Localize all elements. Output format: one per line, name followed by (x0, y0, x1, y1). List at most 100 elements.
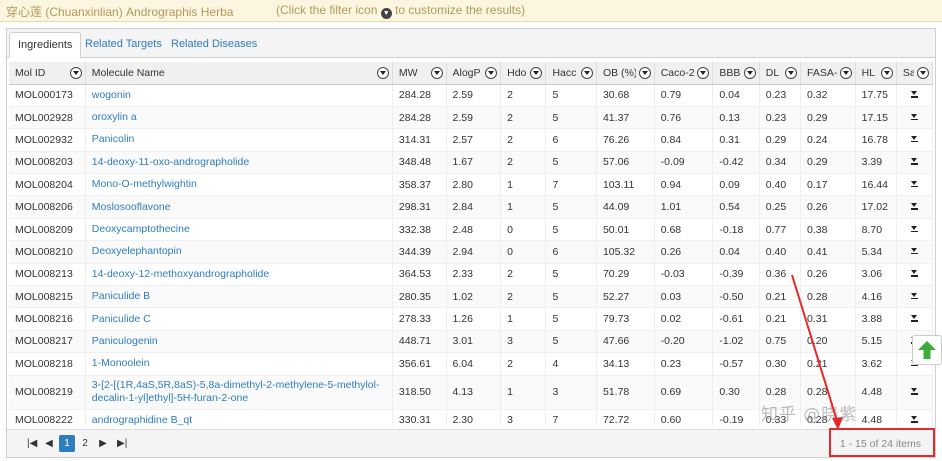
molecule-name-link[interactable]: 14-deoxy-12-methoxyandrographolide (85, 263, 393, 287)
cell-mw: 332.38 (392, 218, 447, 242)
cell-mol-id: MOL008213 (9, 263, 86, 287)
prev-page-button[interactable]: ◀ (41, 435, 57, 452)
cell-hdon: 1 (500, 195, 547, 219)
column-header-caco2[interactable]: Caco-2 (654, 62, 714, 85)
filter-icon[interactable] (697, 67, 710, 79)
download-icon[interactable] (910, 416, 918, 423)
cell-hl: 3.62 (855, 352, 897, 376)
filter-icon[interactable] (743, 67, 756, 79)
cell-mol-id: MOL008216 (9, 307, 86, 331)
tab-related-targets[interactable]: Related Targets (77, 32, 170, 58)
column-header-dl[interactable]: DL (759, 62, 802, 85)
download-icon[interactable] (910, 135, 918, 143)
download-icon[interactable] (910, 270, 918, 277)
filter-icon[interactable] (485, 67, 498, 79)
filter-icon[interactable] (917, 67, 929, 79)
cell-hacc: 6 (545, 128, 597, 152)
cell-alogp: 3.01 (446, 330, 502, 354)
column-header-bbb[interactable]: BBB (712, 62, 760, 85)
molecule-name-link[interactable]: Panicolin (85, 128, 393, 152)
column-label: Molecule Name (91, 66, 165, 79)
download-icon[interactable] (910, 180, 918, 188)
download-icon[interactable] (910, 91, 918, 98)
cell-alogp: 2.94 (446, 240, 502, 264)
molecule-name-link[interactable]: 3-[2-[(1R,4aS,5R,8aS)-5,8a-dimethyl-2-me… (85, 375, 393, 410)
molecule-name-link[interactable]: Deoxyelephantopin (85, 240, 393, 264)
filter-icon[interactable] (376, 67, 389, 79)
molecule-name-link[interactable]: 14-deoxy-11-oxo-andrographolide (85, 151, 393, 175)
filter-icon[interactable] (530, 67, 543, 79)
cell-hdon: 2 (500, 128, 547, 152)
download-icon[interactable] (910, 225, 918, 233)
tab-related-diseases[interactable]: Related Diseases (163, 32, 265, 58)
column-header-molecule-name[interactable]: Molecule Name (85, 62, 393, 85)
cell-ob: 52.27 (596, 285, 655, 309)
download-icon[interactable] (910, 113, 918, 121)
molecule-name-link[interactable]: Paniculide C (85, 307, 393, 331)
save-cell (896, 128, 933, 152)
cell-mol-id: MOL008204 (9, 173, 86, 197)
cell-bbb: 0.30 (712, 375, 760, 410)
filter-icon[interactable] (839, 67, 852, 79)
column-label: Caco-2 (660, 66, 695, 79)
cell-mol-id: MOL008215 (9, 285, 86, 309)
cell-ob: 57.06 (596, 151, 655, 175)
table-row: MOL008216 Paniculide C 278.33 1.26 1 5 79.73 0.… (9, 307, 933, 331)
tab-ingredients[interactable]: Ingredients (9, 32, 82, 58)
cell-hdon: 1 (500, 307, 547, 331)
download-icon[interactable] (910, 247, 918, 255)
next-page-button[interactable]: ▶ (95, 435, 111, 452)
molecule-name-link[interactable]: Paniculogenin (85, 330, 393, 354)
download-icon[interactable] (910, 292, 918, 300)
download-icon[interactable] (910, 203, 918, 210)
cell-fasa: 0.31 (800, 307, 856, 331)
table-row: MOL002932 Panicolin 314.31 2.57 2 6 76.26 0.84 0… (9, 128, 933, 152)
cell-hdon: 2 (500, 84, 547, 107)
page-1-button[interactable]: 1 (59, 435, 75, 452)
cell-alogp: 2.59 (446, 106, 502, 130)
cell-ob: 103.11 (596, 173, 655, 197)
ingredients-table: Mol ID Molecule Name MW AlogP Hdon Hacc OB (%)… (9, 62, 933, 426)
cell-mol-id: MOL008219 (9, 375, 86, 410)
column-header-hdon[interactable]: Hdon (500, 62, 547, 85)
molecule-name-link[interactable]: Mono-O-methylwightin (85, 173, 393, 197)
column-header-alogp[interactable]: AlogP (446, 62, 502, 85)
column-header-hacc[interactable]: Hacc (545, 62, 597, 85)
scroll-top-button[interactable] (912, 335, 942, 365)
save-cell (896, 151, 933, 175)
download-icon[interactable] (910, 158, 918, 165)
column-label: Save (902, 66, 914, 79)
cell-bbb: 0.13 (712, 106, 760, 130)
column-header-save[interactable]: Save (896, 62, 933, 85)
download-icon[interactable] (910, 315, 918, 322)
filter-icon[interactable] (69, 67, 82, 79)
download-icon[interactable] (910, 388, 918, 395)
cell-fasa: 0.32 (800, 84, 856, 107)
column-header-mol-id[interactable]: Mol ID (9, 62, 86, 85)
molecule-name-link[interactable]: oroxylin a (85, 106, 393, 130)
column-header-hl[interactable]: HL (855, 62, 897, 85)
molecule-name-link[interactable]: Deoxycamptothecine (85, 218, 393, 242)
filter-icon[interactable] (785, 67, 798, 79)
molecule-name-link[interactable]: Moslosooflavone (85, 195, 393, 219)
column-header-mw[interactable]: MW (392, 62, 447, 85)
molecule-name-link[interactable]: Paniculide B (85, 285, 393, 309)
molecule-name-link[interactable]: 1-Monoolein (85, 352, 393, 376)
filter-icon[interactable] (580, 67, 593, 79)
cell-bbb: 0.31 (712, 128, 760, 152)
herb-banner: 穿心莲 (Chuanxinlian) Andrographis Herba (C… (0, 0, 942, 22)
watermark: 知乎 @晓紫 (761, 405, 858, 425)
column-header-fasa[interactable]: FASA- (800, 62, 856, 85)
filter-icon[interactable] (430, 67, 443, 79)
molecule-name-link[interactable]: wogonin (85, 84, 393, 107)
page-2-button[interactable]: 2 (77, 435, 93, 452)
column-header-ob[interactable]: OB (%) (596, 62, 655, 85)
molecule-name-link[interactable]: andrographidine B_qt (85, 409, 393, 426)
cell-caco2: 0.26 (654, 240, 714, 264)
last-page-button[interactable]: ▶| (113, 435, 131, 452)
first-page-button[interactable]: |◀ (23, 435, 41, 452)
cell-ob: 51.78 (596, 375, 655, 410)
filter-icon[interactable] (880, 67, 893, 79)
filter-icon[interactable] (638, 67, 651, 79)
cell-bbb: -0.39 (712, 263, 760, 287)
